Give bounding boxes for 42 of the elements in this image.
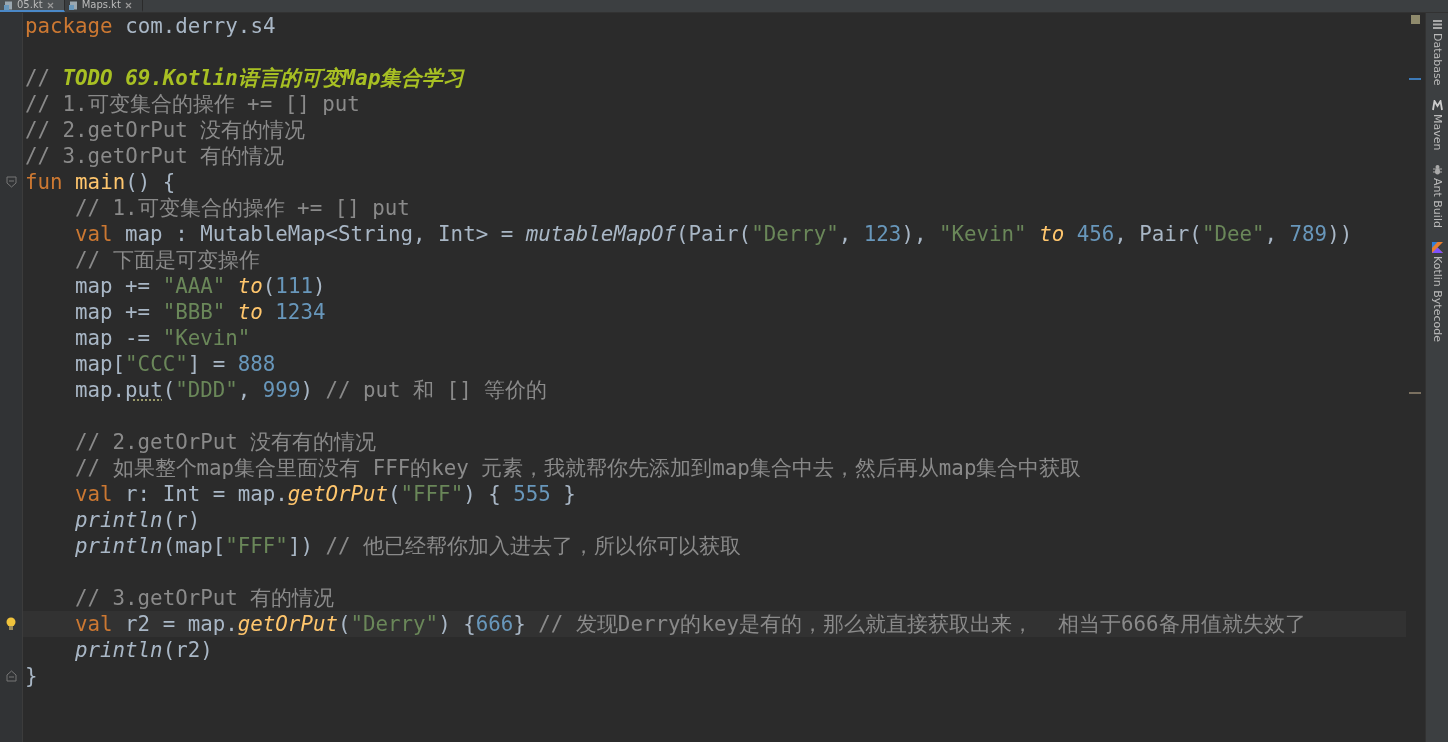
code-line: println(map["FFF"]) // 他已经帮你加入进去了，所以你可以获取: [75, 533, 741, 559]
code-line: map.put("DDD", 999) // put 和 [] 等价的: [75, 377, 548, 403]
code-line: // 2.getOrPut 没有有的情况: [75, 429, 377, 455]
tool-window-button[interactable]: Database: [1430, 19, 1444, 86]
code-line: val r2 = map.getOrPut("Derry") {666} // 发现Derry的key是有的，那么就直接获取出来， 相当于666备用值就失效了: [75, 611, 1306, 637]
code-line: package com.derry.s4: [25, 13, 276, 39]
code-line: map["CCC"] = 888: [75, 351, 276, 377]
code-line: // 2.getOrPut 没有的情况: [25, 117, 306, 143]
tool-window-button[interactable]: Ant Build: [1430, 164, 1444, 228]
code-line: map += "BBB" to 1234: [75, 299, 326, 325]
code-line: // 3.getOrPut 有的情况: [75, 585, 335, 611]
scroll-marker[interactable]: [1409, 392, 1421, 394]
file-icon: [68, 0, 78, 10]
code-line: // 下面是可变操作: [75, 247, 260, 273]
ant-icon: [1431, 164, 1443, 175]
code-line: println(r2): [75, 637, 213, 663]
fold-icon[interactable]: [5, 176, 17, 188]
code-line: // 如果整个map集合里面没有 FFF的key 元素，我就帮你先添加到map集合中去，然后再从map集合中获取: [75, 455, 1082, 481]
code-line: // 3.getOrPut 有的情况: [25, 143, 285, 169]
close-icon[interactable]: [124, 1, 132, 9]
code-line: map += "AAA" to(111): [75, 273, 326, 299]
code-line: map -= "Kevin": [75, 325, 251, 351]
tool-window-button[interactable]: Maven: [1430, 99, 1444, 150]
database-icon: [1431, 19, 1443, 30]
close-icon[interactable]: [46, 1, 54, 9]
code-line: // 1.可变集合的操作 += [] put: [25, 91, 360, 117]
code-line: val map : MutableMap<String, Int> = mutableMapOf(Pair("Derry", 123), "Kevin" to 456, Pair("Dee", 789)): [75, 221, 1353, 247]
code-line: }: [25, 663, 38, 689]
scroll-marker[interactable]: [1409, 78, 1421, 80]
fold-icon[interactable]: [5, 670, 17, 682]
file-tab[interactable]: Maps.kt: [64, 0, 143, 12]
code-line: println(r): [75, 507, 201, 533]
code-line: fun main() {: [25, 169, 176, 195]
m-letter-icon: [1431, 99, 1443, 111]
file-tab[interactable]: 05.kt: [0, 0, 65, 12]
file-icon: [4, 0, 13, 10]
kotlin-logo-icon: [1431, 241, 1443, 253]
lightbulb-icon[interactable]: [6, 617, 16, 631]
tool-window-button[interactable]: Kotlin Bytecode: [1430, 241, 1444, 342]
code-line: // 1.可变集合的操作 += [] put: [75, 195, 410, 221]
code-line: // TODO 69.Kotlin语言的可变Map集合学习: [25, 65, 465, 91]
code-line: val r: Int = map.getOrPut("FFF") { 555 }: [75, 481, 576, 507]
